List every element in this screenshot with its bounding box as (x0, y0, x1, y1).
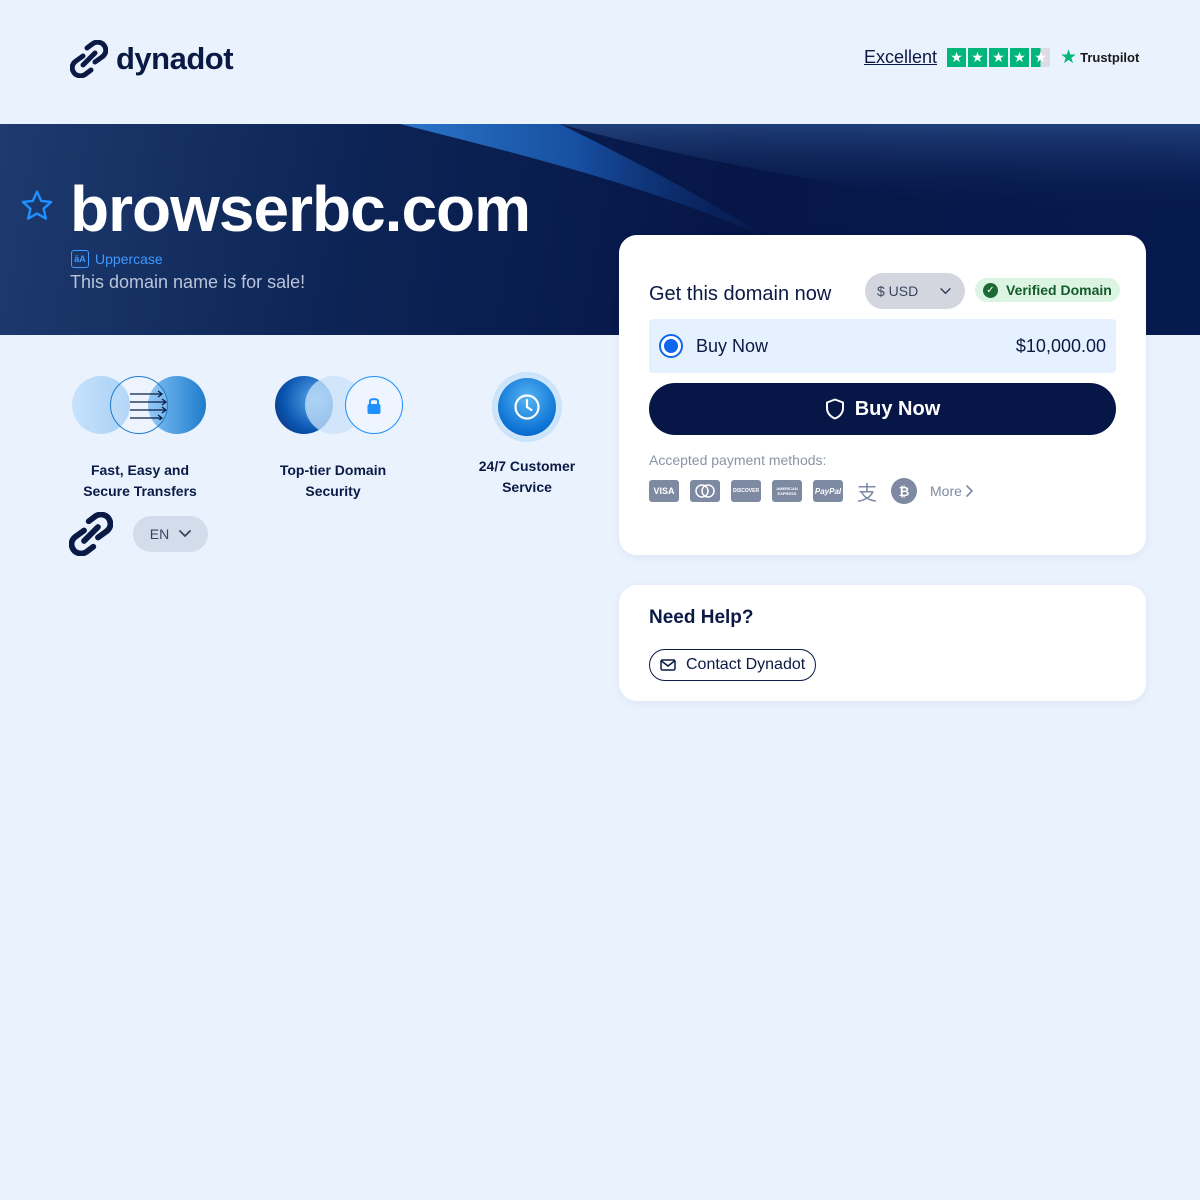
mail-icon (660, 659, 676, 671)
buy-now-button[interactable]: Buy Now (649, 383, 1116, 435)
feature-transfers: Fast, Easy and Secure Transfers (50, 372, 230, 502)
dynadot-logo[interactable]: dynadot (70, 40, 234, 78)
star-icon: ★ (1010, 48, 1030, 67)
bitcoin-icon: ₿ (891, 478, 917, 504)
purchase-card: Get this domain now $ USD ✓ Verified Dom… (619, 235, 1146, 555)
trustpilot-label: Trustpilot (1080, 50, 1140, 65)
help-title: Need Help? (649, 607, 754, 628)
verified-label: Verified Domain (1006, 282, 1112, 298)
site-header: dynadot Excellent ★ ★ ★ ★ ★ ★ Trustpilot (0, 0, 1200, 124)
dynadot-mark-icon[interactable] (69, 512, 113, 556)
shield-icon (825, 398, 844, 420)
clock-icon (492, 372, 562, 442)
option-price: $10,000.00 (1015, 335, 1106, 356)
feature-label-line: 24/7 Customer (478, 458, 576, 474)
half-star-icon: ★ (1031, 48, 1051, 67)
chevron-right-icon (966, 485, 973, 497)
currency-value: $ USD (877, 283, 919, 299)
payment-methods-label: Accepted payment methods: (649, 452, 827, 468)
transfer-icon (70, 372, 210, 438)
payment-methods-row: VISA DISCOVER AMERICAN EXPRESS PayPal 支 … (649, 478, 973, 505)
trustpilot-star-icon: ★ (1060, 47, 1078, 68)
option-radio[interactable] (659, 334, 683, 358)
verified-domain-badge: ✓ Verified Domain (975, 278, 1120, 302)
star-icon: ★ (989, 48, 1009, 67)
help-card: Need Help? Contact Dynadot (619, 585, 1146, 701)
rating-stars: ★ ★ ★ ★ ★ (947, 48, 1051, 67)
brand-wordmark: dynadot (116, 41, 234, 76)
option-label: Buy Now (696, 335, 769, 356)
feature-label-line: Secure Transfers (83, 483, 197, 499)
language-selector[interactable]: EN (133, 516, 208, 552)
favorite-star-icon[interactable] (19, 188, 55, 224)
alipay-icon: 支 (857, 482, 877, 505)
star-icon: ★ (968, 48, 988, 67)
domain-name-title: browserbc.com (70, 173, 531, 245)
mastercard-icon (690, 480, 720, 502)
contact-dynadot-button[interactable]: Contact Dynadot (649, 649, 817, 681)
uppercase-toggle[interactable]: āA Uppercase (71, 250, 163, 268)
buy-now-option[interactable]: Buy Now $10,000.00 (649, 319, 1116, 373)
text-case-icon: āA (71, 250, 89, 268)
rating-text[interactable]: Excellent (864, 47, 937, 68)
chain-link-icon (70, 40, 108, 78)
feature-support: 24/7 Customer Service (437, 372, 617, 498)
more-payment-methods-link[interactable]: More (930, 483, 973, 499)
trustpilot-logo: ★ Trustpilot (1060, 46, 1139, 69)
visa-icon: VISA (649, 480, 679, 502)
check-circle-icon: ✓ (983, 282, 998, 298)
feature-label-line: Service (502, 479, 552, 495)
uppercase-label: Uppercase (95, 251, 163, 267)
feature-label-line: Fast, Easy and (90, 462, 190, 478)
paypal-icon: PayPal (813, 480, 843, 502)
language-value: EN (149, 526, 170, 542)
chevron-down-icon (179, 530, 192, 538)
feature-security: Top-tier Domain Security (243, 372, 423, 502)
star-icon: ★ (947, 48, 967, 67)
trustpilot-rating[interactable]: Excellent ★ ★ ★ ★ ★ ★ Trustpilot (864, 46, 1139, 69)
discover-icon: DISCOVER (731, 480, 761, 502)
for-sale-subtitle: This domain name is for sale! (70, 272, 306, 292)
currency-select[interactable]: $ USD (865, 273, 965, 309)
contact-label: Contact Dynadot (686, 656, 806, 673)
purchase-title: Get this domain now (649, 283, 832, 305)
buy-now-label: Buy Now (854, 397, 941, 420)
more-label: More (930, 483, 962, 499)
feature-label-line: Security (305, 483, 361, 499)
chevron-down-icon (940, 287, 951, 294)
lock-icon (263, 372, 403, 438)
amex-icon: AMERICAN EXPRESS (772, 480, 802, 502)
feature-label-line: Top-tier Domain (279, 462, 387, 478)
